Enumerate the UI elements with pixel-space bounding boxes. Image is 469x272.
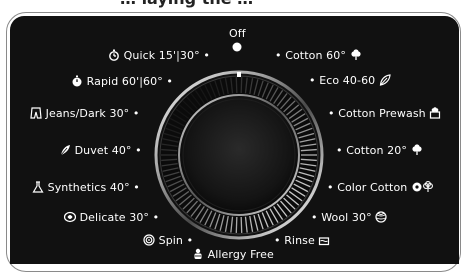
color-cotton-icon xyxy=(411,181,435,193)
dial-face xyxy=(178,94,300,216)
dial-knurl-tick xyxy=(235,216,238,233)
program-wool[interactable]: • Wool 30° xyxy=(311,211,387,224)
jeans-icon xyxy=(30,107,42,119)
program-dial[interactable] xyxy=(0,0,469,267)
dial-knurl-tick xyxy=(235,77,238,94)
program-off-label: Off xyxy=(229,27,246,40)
program-duvet[interactable]: Duvet 40° • xyxy=(59,144,142,157)
dial-indicator xyxy=(237,72,241,77)
program-eco[interactable]: • Eco 40-60 xyxy=(309,74,391,87)
program-off[interactable]: Off xyxy=(229,27,246,40)
program-color-cotton[interactable]: • Color Cotton xyxy=(327,181,435,194)
dial-knurl-tick xyxy=(240,77,243,94)
program-jeans[interactable]: Jeans/Dark 30° • xyxy=(30,107,139,120)
rinse-icon xyxy=(318,234,330,246)
dial-knurl-tick xyxy=(240,216,243,233)
cotton-icon xyxy=(411,144,423,156)
program-cotton-20[interactable]: • Cotton 20° xyxy=(336,144,423,157)
program-spin[interactable]: Spin • xyxy=(143,234,193,247)
program-cotton-prewash[interactable]: • Cotton Prewash xyxy=(328,107,441,120)
program-rapid[interactable]: Rapid 60'|60° • xyxy=(71,75,173,88)
program-synthetics[interactable]: Synthetics 40° • xyxy=(32,181,140,194)
flask-icon xyxy=(32,181,44,193)
program-quick[interactable]: Quick 15'|30° • xyxy=(108,49,210,62)
cotton-icon xyxy=(350,49,362,61)
delicate-icon xyxy=(63,211,77,223)
allergy-icon xyxy=(192,248,204,260)
wool-icon xyxy=(375,211,387,223)
spin-icon xyxy=(143,234,155,246)
stopwatch-icon xyxy=(71,75,83,87)
feather-icon xyxy=(59,144,71,156)
prewash-icon xyxy=(429,107,441,119)
off-indicator-dot xyxy=(232,42,242,52)
program-rinse[interactable]: • Rinse xyxy=(274,234,330,247)
program-delicate[interactable]: Delicate 30° • xyxy=(63,211,159,224)
stopwatch-icon xyxy=(108,49,120,61)
program-allergy-free[interactable]: Allergy Free xyxy=(192,248,274,261)
program-cotton-60[interactable]: • Cotton 60° xyxy=(275,49,362,62)
leaf-icon xyxy=(379,74,391,86)
